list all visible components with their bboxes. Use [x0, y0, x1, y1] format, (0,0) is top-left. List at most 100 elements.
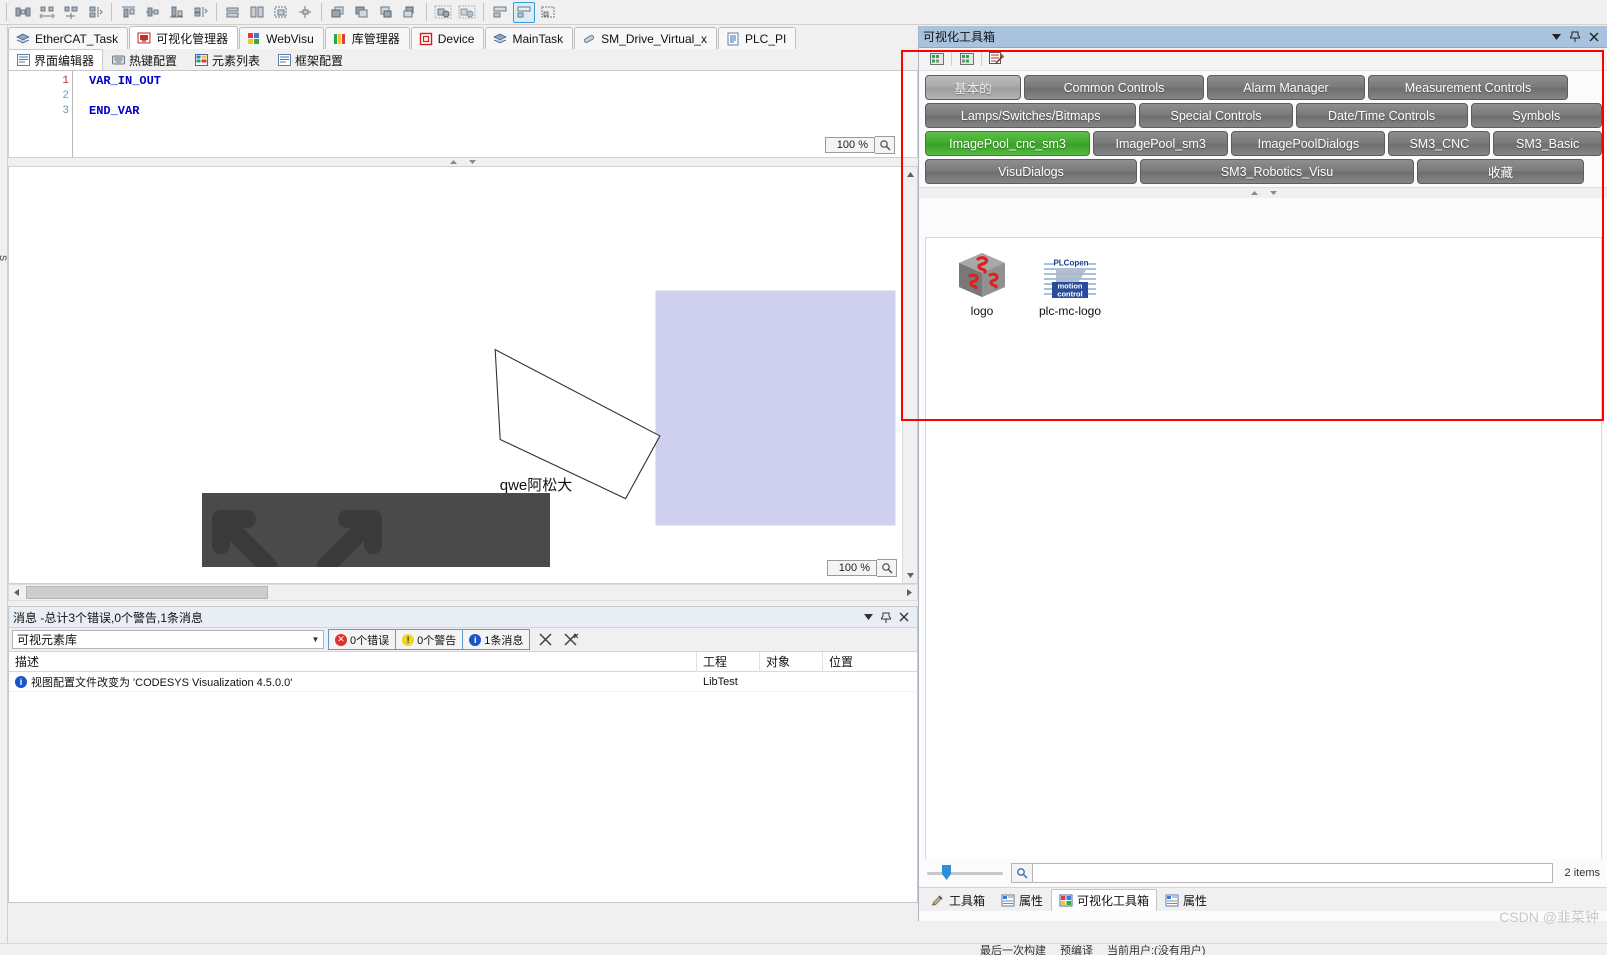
code-zoom-magnifier-icon[interactable] — [875, 136, 895, 154]
visu-horizontal-scrollbar[interactable] — [8, 584, 918, 601]
splitter-up-arrow-icon[interactable] — [449, 159, 458, 165]
doc-tab-device[interactable]: Device — [410, 27, 485, 49]
toolbox-items-area[interactable]: logo PLCopen motion control plc-mc-logo — [925, 237, 1602, 884]
scroll-left-arrow-icon[interactable] — [9, 585, 24, 600]
declaration-editor[interactable]: 1 2 3 VAR_IN_OUT END_VAR 100 % — [8, 71, 918, 158]
category-button-sm3-cnc[interactable]: SM3_CNC — [1388, 131, 1491, 156]
toolbox-item-logo[interactable]: logo — [938, 248, 1026, 318]
sub-tab-element-list[interactable]: 元素列表 — [186, 49, 269, 70]
list-icon[interactable] — [957, 50, 976, 69]
layout-split-icon[interactable] — [513, 1, 535, 23]
warning-count-button[interactable]: ! 0个警告 — [396, 630, 464, 649]
bring-to-front-icon[interactable] — [327, 2, 349, 23]
scroll-down-arrow-icon[interactable] — [903, 568, 917, 583]
make-same-size-icon[interactable] — [270, 2, 292, 23]
category-button-favorites[interactable]: 收藏 — [1417, 159, 1584, 184]
layout-top-icon[interactable] — [489, 2, 511, 23]
chevron-down-icon[interactable] — [864, 614, 873, 620]
icon-size-slider[interactable] — [927, 865, 1003, 881]
column-header-project[interactable]: 工程 — [697, 651, 760, 672]
category-button-date-time-controls[interactable]: Date/Time Controls — [1295, 103, 1468, 128]
error-count-button[interactable]: ✕ 0个错误 — [329, 630, 397, 649]
doc-tab-visu-manager[interactable]: 可视化管理器 — [129, 26, 239, 49]
make-same-width-icon[interactable] — [222, 2, 244, 23]
sub-tab-frame-config[interactable]: 框架配置 — [269, 49, 352, 70]
info-count-button[interactable]: i 1条消息 — [463, 630, 530, 649]
align-right-icon[interactable] — [60, 2, 82, 23]
scroll-right-arrow-icon[interactable] — [902, 585, 917, 600]
ungroup-icon[interactable] — [456, 2, 478, 23]
dock-tab-toolbox[interactable]: 工具箱 — [923, 889, 993, 911]
slider-thumb[interactable] — [941, 865, 952, 881]
code-zoom-control[interactable]: 100 % — [825, 136, 895, 154]
visu-vertical-scrollbar[interactable] — [902, 167, 917, 583]
message-filter-dropdown[interactable]: 可视元素库 ▼ — [12, 630, 324, 649]
category-button-visudialogs[interactable]: VisuDialogs — [925, 159, 1137, 184]
editor-splitter[interactable] — [8, 158, 918, 166]
doc-tab-maintask[interactable]: MainTask — [485, 27, 574, 49]
search-input[interactable] — [1032, 863, 1553, 883]
doc-tab-ethercat-task[interactable]: EtherCAT_Task — [8, 27, 129, 49]
close-icon[interactable] — [899, 612, 909, 622]
dock-tab-visu-toolbox[interactable]: 可视化工具箱 — [1051, 889, 1158, 911]
sub-tab-hotkey-config[interactable]: 热键配置 — [103, 49, 186, 70]
align-center-h-icon[interactable] — [36, 2, 58, 23]
column-header-description[interactable]: 描述 — [9, 651, 697, 672]
send-backward-icon[interactable] — [399, 2, 421, 23]
align-left-icon[interactable] — [12, 2, 34, 23]
bring-forward-icon[interactable] — [375, 2, 397, 23]
toolbox-item-plc-mc-logo[interactable]: PLCopen motion control plc-mc-logo — [1026, 248, 1114, 318]
pin-icon[interactable] — [881, 612, 891, 623]
doc-tab-webvisu[interactable]: WebVisu — [239, 27, 324, 49]
category-button-imagepool-cnc-sm3[interactable]: ImagePool_cnc_sm3 — [925, 131, 1090, 156]
category-button-sm3-basic[interactable]: SM3_Basic — [1493, 131, 1602, 156]
splitter-up-arrow-icon[interactable] — [1250, 190, 1259, 196]
toolbox-search[interactable] — [1011, 863, 1553, 883]
hscroll-thumb[interactable] — [26, 586, 268, 599]
align-distribute-v-icon[interactable] — [189, 2, 211, 23]
clear-all-messages-icon[interactable] — [560, 633, 582, 646]
column-header-position[interactable]: 位置 — [823, 652, 883, 672]
align-distribute-h-icon[interactable] — [84, 2, 106, 23]
category-button-lamps-switches-bitmaps[interactable]: Lamps/Switches/Bitmaps — [925, 103, 1137, 128]
align-bottom-icon[interactable] — [165, 2, 187, 23]
doc-tab-plc-prg[interactable]: PLC_PI — [717, 27, 797, 49]
toolbox-splitter[interactable] — [919, 187, 1607, 198]
category-button-imagepooldialogs[interactable]: ImagePoolDialogs — [1231, 131, 1386, 156]
category-button-common-controls[interactable]: Common Controls — [1024, 75, 1204, 100]
align-top-icon[interactable] — [117, 2, 139, 23]
sub-tab-interface-editor[interactable]: 界面编辑器 — [8, 49, 104, 70]
chevron-down-icon[interactable]: ▼ — [308, 635, 323, 644]
clear-messages-icon[interactable] — [534, 633, 556, 646]
category-button-symbols[interactable]: Symbols — [1470, 103, 1603, 128]
layout-grid-icon[interactable] — [537, 2, 559, 23]
left-edge-strip[interactable]: S — [0, 25, 8, 955]
configure-icon[interactable] — [987, 50, 1006, 69]
category-button-imagepool-sm3[interactable]: ImagePool_sm3 — [1092, 131, 1229, 156]
category-button-basic[interactable]: 基本的 — [925, 75, 1021, 100]
code-text[interactable]: VAR_IN_OUT END_VAR — [89, 74, 161, 119]
category-button-special-controls[interactable]: Special Controls — [1139, 103, 1293, 128]
size-grid-icon[interactable] — [294, 2, 316, 23]
message-row[interactable]: i 视图配置文件改变为 'CODESYS Visualization 4.5.0… — [9, 672, 917, 692]
dock-tab-properties-1[interactable]: 属性 — [993, 889, 1051, 911]
scroll-up-arrow-icon[interactable] — [903, 167, 917, 182]
doc-tab-sm-drive-virtual[interactable]: SM_Drive_Virtual_x — [574, 27, 717, 49]
dock-tab-properties-2[interactable]: 属性 — [1157, 889, 1215, 911]
align-middle-icon[interactable] — [141, 2, 163, 23]
splitter-down-arrow-icon[interactable] — [468, 159, 477, 165]
visu-zoom-magnifier-icon[interactable] — [877, 558, 897, 577]
make-same-height-icon[interactable] — [246, 2, 268, 23]
visu-canvas[interactable]: qwe阿松大 — [9, 167, 904, 567]
send-to-back-icon[interactable] — [351, 2, 373, 23]
visualization-editor[interactable]: qwe阿松大 100 % — [8, 166, 918, 584]
column-header-object[interactable]: 对象 — [760, 651, 823, 672]
splitter-down-arrow-icon[interactable] — [1269, 190, 1278, 196]
pin-icon[interactable] — [1570, 31, 1580, 42]
visu-zoom-control[interactable]: 100 % — [827, 558, 897, 577]
category-button-sm3-robotics-visu[interactable]: SM3_Robotics_Visu — [1140, 159, 1414, 184]
categorize-icon[interactable] — [927, 50, 946, 69]
category-button-measurement-controls[interactable]: Measurement Controls — [1368, 75, 1568, 100]
chevron-down-icon[interactable] — [1552, 33, 1561, 40]
group-icon[interactable] — [432, 2, 454, 23]
